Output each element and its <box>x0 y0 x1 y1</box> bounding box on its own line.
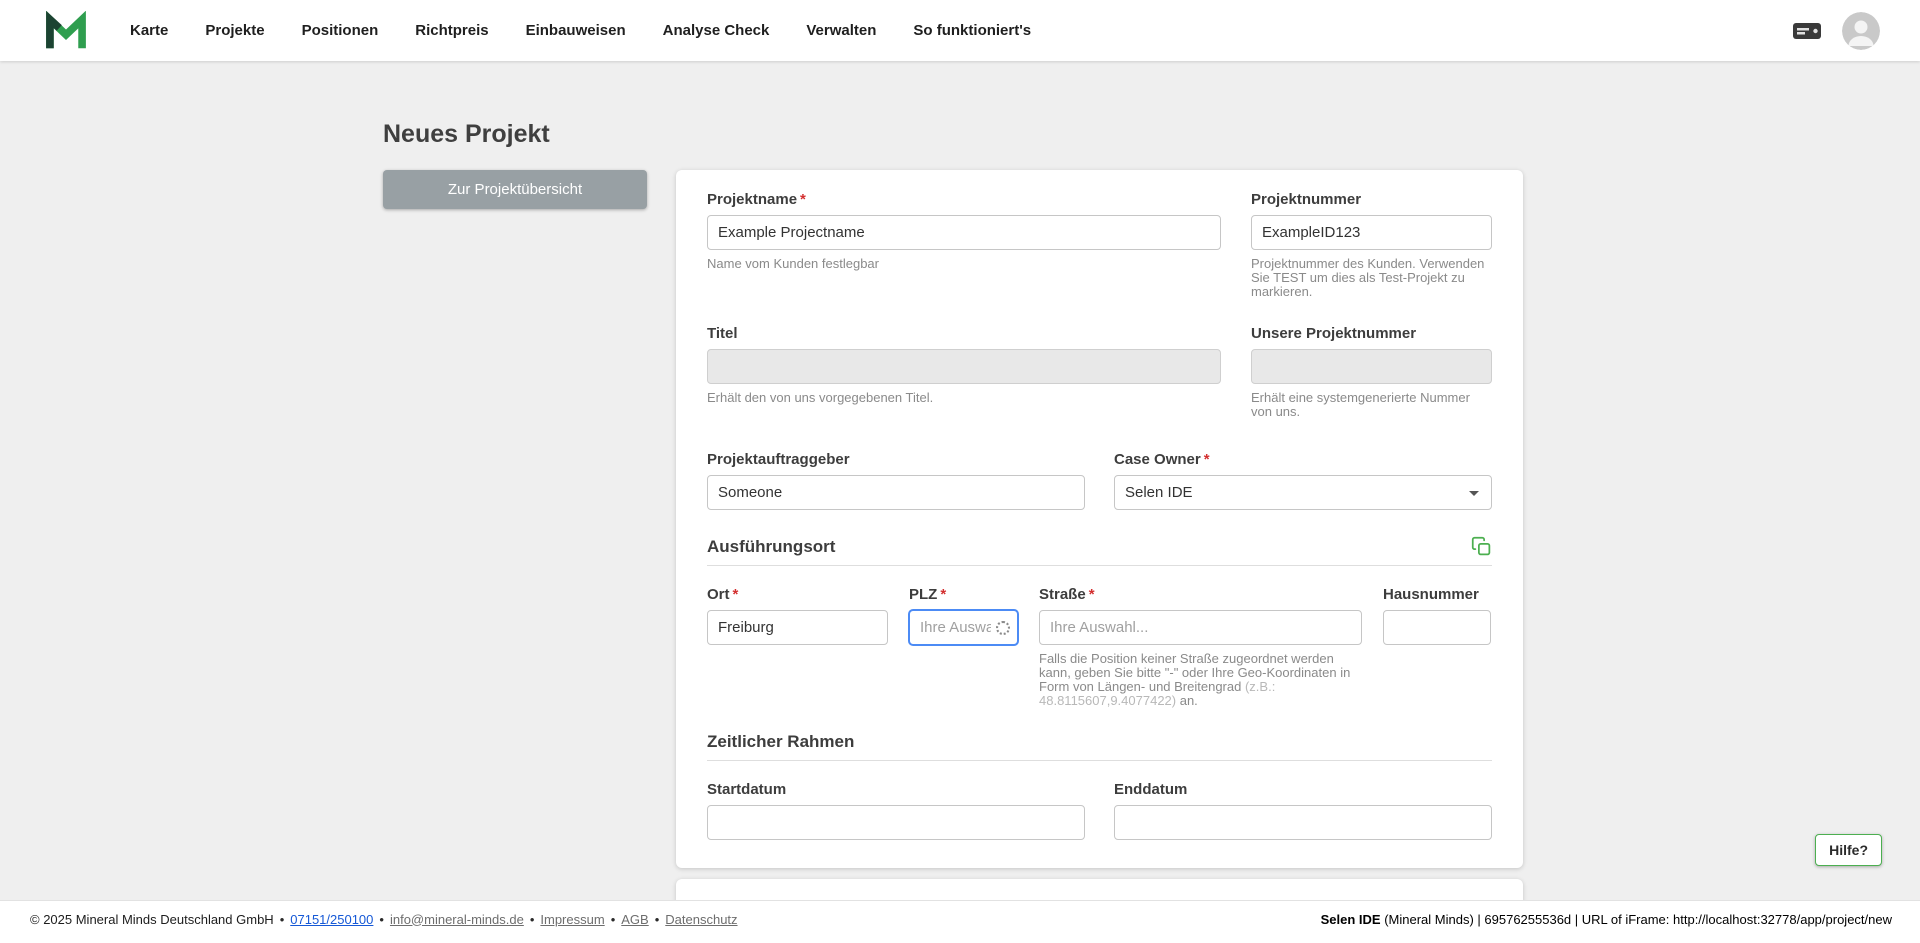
nav-item-richtpreis[interactable]: Richtpreis <box>415 22 488 39</box>
footer-session-info: Selen IDE (Mineral Minds) | 69576255536d… <box>1321 912 1892 927</box>
section-ausfuehrungsort-title: Ausführungsort <box>707 537 836 556</box>
titel-label: Titel <box>707 325 738 342</box>
footer-email-link[interactable]: info@mineral-minds.de <box>390 912 524 927</box>
hausnummer-field: Hausnummer <box>1383 586 1491 708</box>
projektauftraggeber-input[interactable] <box>707 475 1085 510</box>
chevron-down-icon <box>1469 490 1479 496</box>
required-asterisk: * <box>940 586 947 603</box>
nav-item-positionen[interactable]: Positionen <box>302 22 379 39</box>
loading-spinner-icon <box>996 620 1010 635</box>
main-content: Neues Projekt Zur Projektübersicht Proje… <box>0 61 1920 900</box>
navbar-right <box>1792 11 1880 50</box>
plz-field: PLZ * <box>909 586 1018 708</box>
projektname-label-text: Projektname <box>707 191 798 208</box>
copy-icon[interactable] <box>1471 536 1492 557</box>
nav-item-analyse-check[interactable]: Analyse Check <box>663 22 770 39</box>
plz-label: PLZ * <box>909 586 1018 603</box>
top-navbar: Karte Projekte Positionen Richtpreis Ein… <box>0 0 1920 61</box>
ort-label: Ort * <box>707 586 888 603</box>
mineral-minds-logo[interactable] <box>44 11 88 50</box>
titel-field: Titel Erhält den von uns vorgegebenen Ti… <box>707 325 1221 419</box>
main-nav: Karte Projekte Positionen Richtpreis Ein… <box>130 22 1031 39</box>
nav-item-projekte[interactable]: Projekte <box>205 22 264 39</box>
new-project-form-card: Projektname* Name vom Kunden festlegbar … <box>676 170 1523 868</box>
enddatum-field: Enddatum <box>1114 781 1492 840</box>
hausnummer-input[interactable] <box>1383 610 1491 645</box>
plz-label-text: PLZ <box>909 586 938 603</box>
strasse-label-text: Straße <box>1039 586 1086 603</box>
projektnummer-field: Projektnummer Projektnummer des Kunden. … <box>1251 191 1492 299</box>
hausnummer-label: Hausnummer <box>1383 586 1479 603</box>
case-owner-selected-value: Selen IDE <box>1125 484 1193 501</box>
footer-impressum-link[interactable]: Impressum <box>540 912 604 927</box>
footer-left: © 2025 Mineral Minds Deutschland GmbH • … <box>30 912 738 927</box>
projektname-helper: Name vom Kunden festlegbar <box>707 256 879 271</box>
nav-item-so-funktionierts[interactable]: So funktioniert's <box>913 22 1031 39</box>
project-overview-button[interactable]: Zur Projektübersicht <box>383 170 647 209</box>
person-icon <box>1842 11 1880 50</box>
unsere-projektnummer-field: Unsere Projektnummer Erhält eine systemg… <box>1251 325 1492 419</box>
required-asterisk: * <box>1203 451 1210 468</box>
projektauftraggeber-field: Projektauftraggeber <box>707 451 1085 510</box>
projektnummer-helper: Projektnummer des Kunden. Verwenden Sie … <box>1251 256 1485 299</box>
nav-item-verwalten[interactable]: Verwalten <box>806 22 876 39</box>
projektname-label: Projektname * <box>707 191 1221 208</box>
projektauftraggeber-label: Projektauftraggeber <box>707 451 850 468</box>
projektnummer-label: Projektnummer <box>1251 191 1362 208</box>
separator: • <box>529 911 535 927</box>
section-zeitlicher-rahmen-title: Zeitlicher Rahmen <box>707 732 855 751</box>
strasse-helper: Falls die Position keiner Straße zugeord… <box>1039 652 1362 708</box>
footer-agb-link[interactable]: AGB <box>621 912 648 927</box>
separator: • <box>654 911 660 927</box>
user-avatar[interactable] <box>1842 11 1880 50</box>
startdatum-label: Startdatum <box>707 781 787 798</box>
enddatum-label: Enddatum <box>1114 781 1188 798</box>
footer-copyright: © 2025 Mineral Minds Deutschland GmbH <box>30 911 274 927</box>
nav-item-karte[interactable]: Karte <box>130 22 168 39</box>
section-ausfuehrungsort: Ausführungsort <box>707 536 1492 566</box>
footer-phone-link[interactable]: 07151/250100 <box>290 912 373 927</box>
case-owner-label-text: Case Owner <box>1114 451 1201 468</box>
required-asterisk: * <box>800 191 806 208</box>
separator: • <box>379 911 384 927</box>
enddatum-input[interactable] <box>1114 805 1492 840</box>
left-column: Zur Projektübersicht <box>383 170 647 209</box>
logo-m-icon <box>46 11 86 49</box>
case-owner-select[interactable]: Selen IDE <box>1114 475 1492 510</box>
footer: © 2025 Mineral Minds Deutschland GmbH • … <box>0 900 1920 943</box>
strasse-input[interactable] <box>1039 610 1362 645</box>
unsere-projektnummer-input <box>1251 349 1492 384</box>
strasse-helper-suffix: an. <box>1176 693 1198 708</box>
projektname-input[interactable] <box>707 215 1221 250</box>
required-asterisk: * <box>1088 586 1095 603</box>
strasse-helper-text: Falls die Position keiner Straße zugeord… <box>1039 651 1351 694</box>
required-asterisk: * <box>732 586 739 603</box>
titel-helper: Erhält den von uns vorgegebenen Titel. <box>707 390 934 405</box>
startdatum-input[interactable] <box>707 805 1085 840</box>
unsere-projektnummer-label: Unsere Projektnummer <box>1251 325 1417 342</box>
case-owner-field: Case Owner * Selen IDE <box>1114 451 1492 510</box>
ort-input[interactable] <box>707 610 888 645</box>
session-user: Selen IDE <box>1320 911 1381 927</box>
startdatum-field: Startdatum <box>707 781 1085 840</box>
nav-item-einbauweisen[interactable]: Einbauweisen <box>526 22 626 39</box>
separator: • <box>610 911 616 927</box>
section-zeitlicher-rahmen: Zeitlicher Rahmen <box>707 732 1492 761</box>
titel-input <box>707 349 1221 384</box>
strasse-field: Straße* Falls die Position keiner Straße… <box>1039 586 1362 708</box>
server-icon[interactable] <box>1792 20 1822 42</box>
projektnummer-input[interactable] <box>1251 215 1492 250</box>
projektname-field: Projektname* Name vom Kunden festlegbar <box>707 191 1221 299</box>
case-owner-label: Case Owner * <box>1114 451 1492 468</box>
unsere-projektnummer-helper: Erhält eine systemgenerierte Nummer von … <box>1251 390 1470 419</box>
footer-datenschutz-link[interactable]: Datenschutz <box>665 912 737 927</box>
page-title: Neues Projekt <box>383 120 550 148</box>
separator: • <box>279 911 285 927</box>
ort-label-text: Ort <box>707 586 730 603</box>
page-container: Neues Projekt Zur Projektübersicht Proje… <box>383 120 1523 868</box>
ort-field: Ort * <box>707 586 888 708</box>
strasse-label: Straße * <box>1039 586 1362 603</box>
help-button[interactable]: Hilfe? <box>1815 834 1882 866</box>
session-details: (Mineral Minds) | 69576255536d | URL of … <box>1380 911 1892 927</box>
